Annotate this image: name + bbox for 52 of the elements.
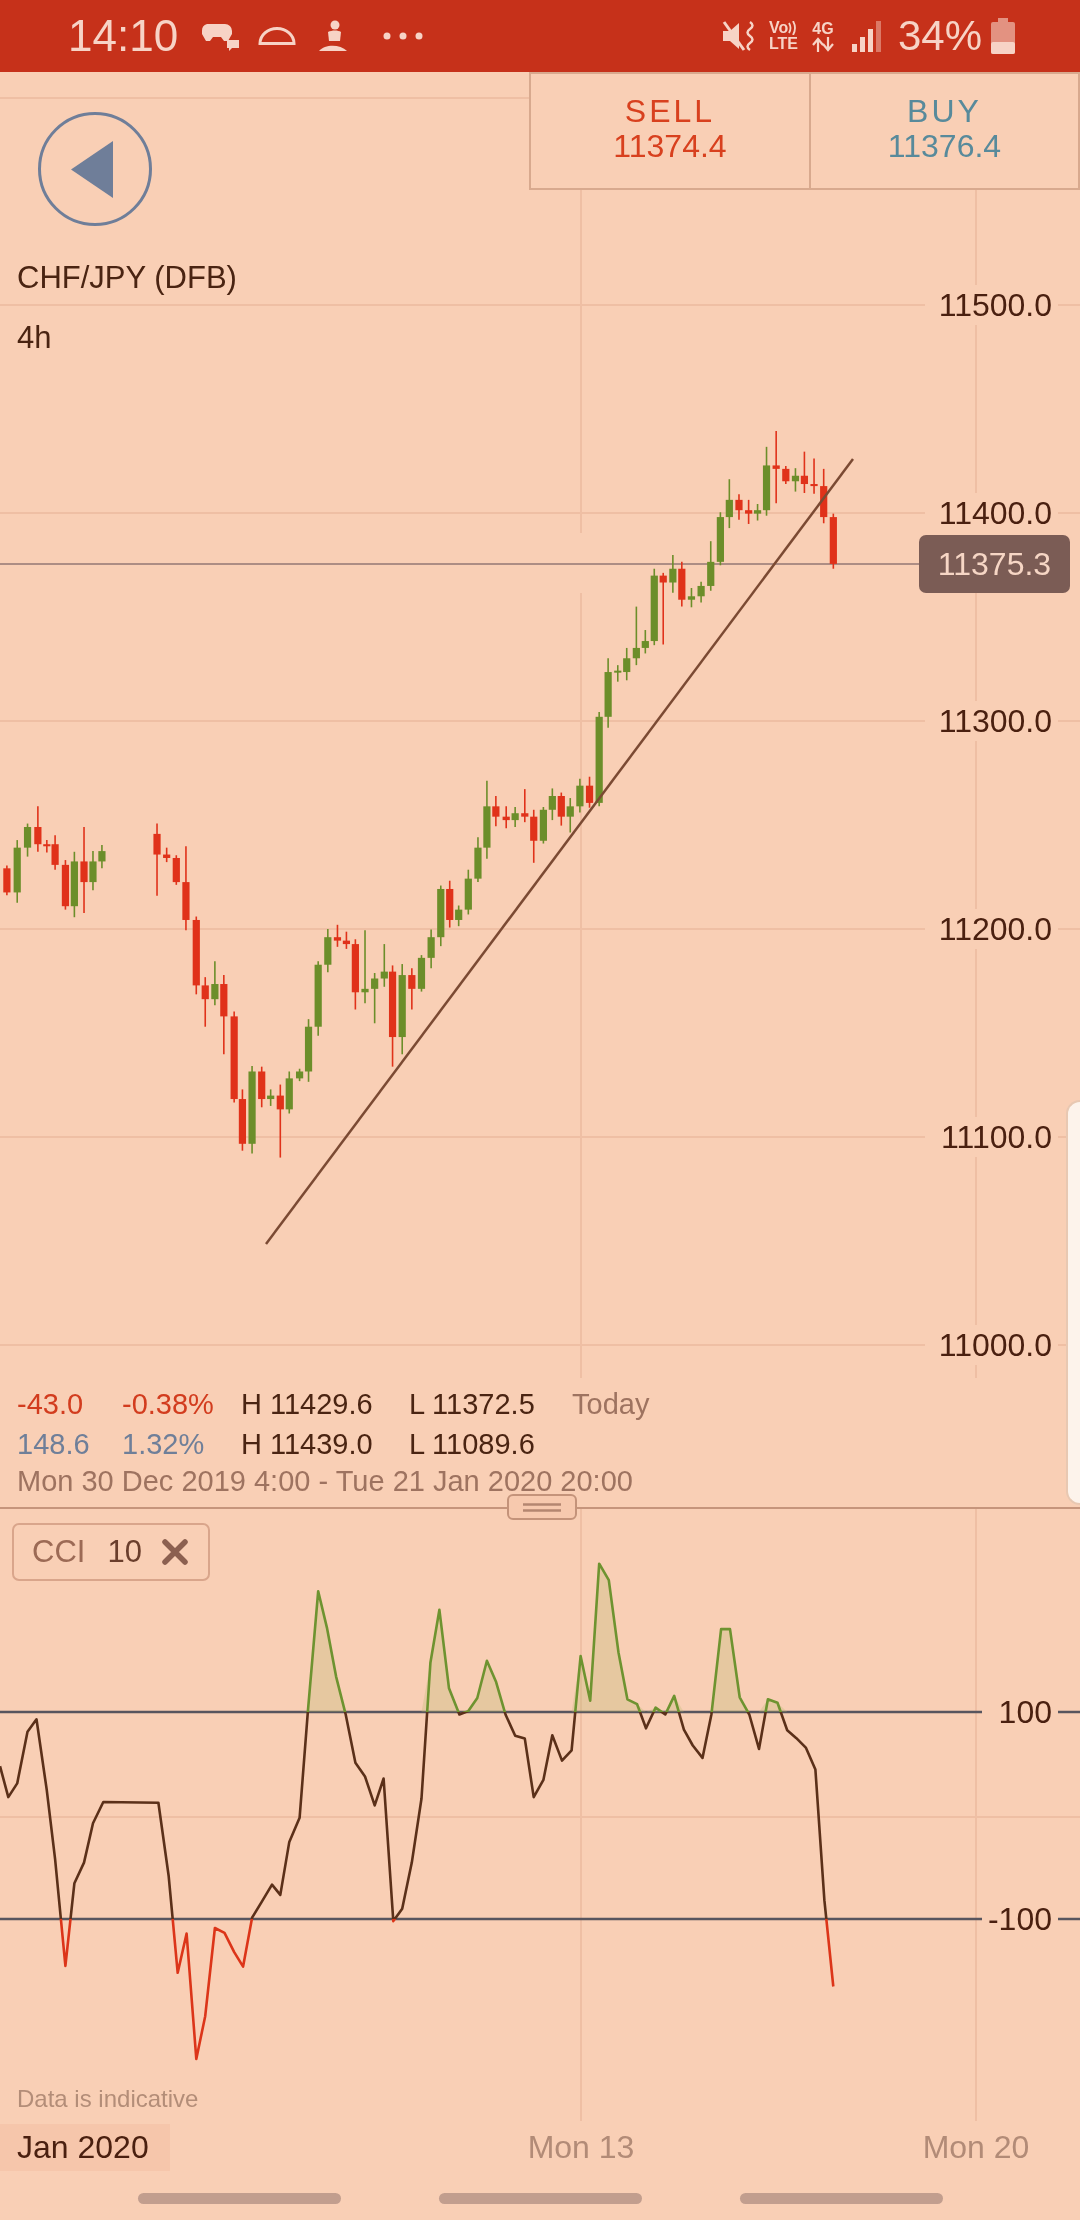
radio-waves-icon (788, 21, 798, 35)
instrument-title: CHF/JPY (DFB) (17, 259, 237, 297)
signal-icon (849, 20, 884, 52)
resize-handle[interactable] (507, 1494, 577, 1520)
more-dots-icon (383, 32, 424, 40)
network-type-label: 4G (812, 20, 834, 37)
cci-level-label: 100 (998, 1694, 1052, 1730)
gamepad-icon (200, 21, 241, 51)
left-triangle-icon (71, 140, 113, 198)
disclaimer-text: Data is indicative (17, 2084, 199, 2114)
period-label: Today (572, 1387, 650, 1422)
high-price: H 11439.0 (241, 1427, 373, 1462)
cci-level-label: -100 (987, 1901, 1052, 1937)
up-down-arrows-icon (811, 36, 834, 52)
date-axis-label: Mon 13 (527, 2128, 635, 2167)
grip-lines-icon (523, 1502, 561, 1512)
indicator-chip[interactable]: CCI 10 (12, 1523, 210, 1581)
percent-change: 1.32% (122, 1427, 205, 1462)
price-axis-label: 11500.0 (938, 287, 1052, 323)
price-axis-label: 11200.0 (938, 911, 1052, 947)
timeframe-label: 4h (17, 319, 52, 357)
volte-label: Vo (768, 20, 789, 36)
gesture-bar[interactable] (739, 2193, 943, 2204)
close-icon (161, 1539, 188, 1565)
person-icon (318, 20, 349, 52)
price-axis-label: 11400.0 (938, 495, 1052, 531)
date-axis-label: Mon 20 (922, 2128, 1030, 2167)
back-button[interactable] (38, 112, 152, 226)
month-axis-label: Jan 2020 (0, 2124, 170, 2171)
edge-panel-handle[interactable] (1066, 1100, 1080, 1505)
price-axis-label: 11300.0 (938, 703, 1052, 739)
remove-indicator-button[interactable] (161, 1539, 188, 1565)
high-price: H 11429.6 (241, 1387, 373, 1422)
price-change: 148.6 (17, 1427, 90, 1462)
buy-button[interactable]: BUY 11376.4 (809, 72, 1080, 190)
indicator-period: 10 (107, 1533, 142, 1571)
lte-label: LTE (768, 36, 798, 52)
gesture-bar[interactable] (137, 2193, 341, 2204)
status-time: 14:10 (68, 11, 179, 61)
date-range: Mon 30 Dec 2019 4:00 - Tue 21 Jan 2020 20:00 (17, 1464, 633, 1499)
low-price: L 11089.6 (409, 1427, 535, 1462)
gesture-bar[interactable] (438, 2193, 642, 2204)
indicator-name: CCI (32, 1533, 86, 1571)
price-axis-label: 11100.0 (941, 1119, 1052, 1155)
percent-change: -0.38% (122, 1387, 214, 1422)
price-axis-label: 11000.0 (938, 1327, 1052, 1363)
current-price-tag: 11375.3 (919, 535, 1070, 593)
sell-button[interactable]: SELL 11374.4 (529, 72, 811, 190)
battery-percent: 34% (897, 11, 982, 61)
price-change: -43.0 (17, 1387, 84, 1422)
low-price: L 11372.5 (409, 1387, 535, 1422)
battery-icon (990, 18, 1016, 54)
